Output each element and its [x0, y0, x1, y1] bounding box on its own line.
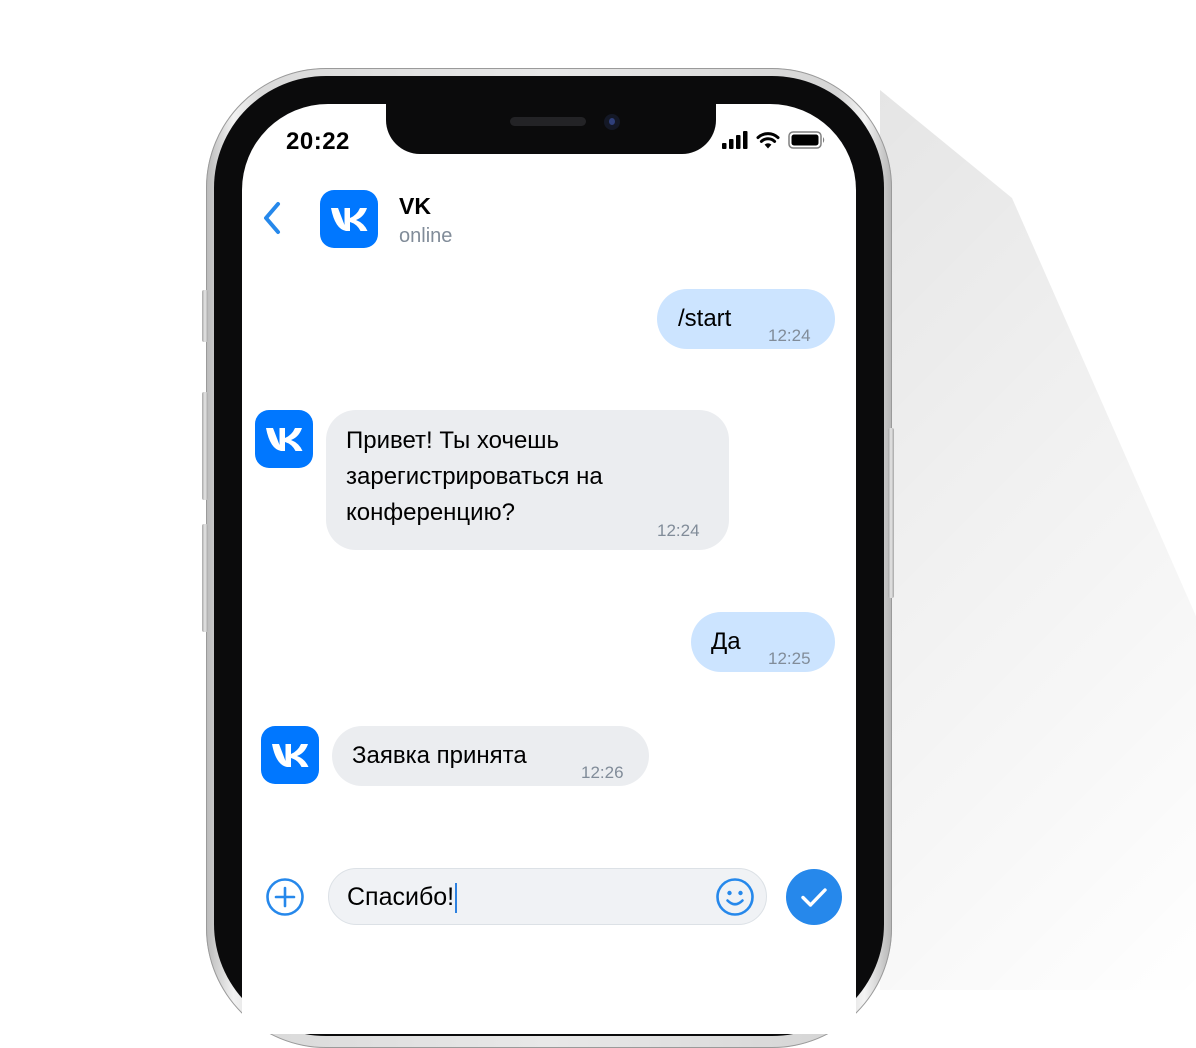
message-text: Заявка принята — [352, 742, 527, 769]
send-button[interactable] — [786, 869, 842, 925]
earpiece-speaker — [510, 117, 586, 126]
message-text: /start — [678, 305, 732, 332]
message-bubble-outgoing[interactable]: /start 12:24 — [657, 289, 835, 349]
message-bubble-incoming[interactable]: Заявка принята 12:26 — [332, 726, 649, 786]
sender-avatar[interactable] — [261, 726, 319, 784]
silent-switch — [202, 290, 208, 342]
smile-icon[interactable] — [715, 877, 755, 917]
message-time: 12:25 — [768, 649, 811, 668]
volume-down-button — [202, 524, 208, 632]
check-icon — [801, 888, 827, 907]
message-input-value: Спасибо! — [347, 883, 455, 911]
message-time: 12:24 — [657, 521, 700, 540]
text-caret — [455, 883, 458, 914]
message-line: зарегистрироваться на — [346, 463, 603, 490]
message-time: 12:26 — [581, 763, 624, 782]
message-composer: Спасибо! — [328, 868, 767, 925]
sender-avatar[interactable] — [255, 410, 313, 468]
message-bubble-incoming[interactable]: Привет! Ты хочешь зарегистрироваться на … — [326, 410, 729, 550]
volume-up-button — [202, 392, 208, 500]
message-input[interactable]: Спасибо! — [347, 879, 687, 915]
power-button — [888, 428, 894, 598]
battery-icon — [788, 131, 825, 149]
plus-circle-icon[interactable] — [265, 877, 305, 917]
chevron-left-icon[interactable] — [258, 198, 286, 238]
device-shadow — [880, 90, 1196, 990]
message-line: Привет! Ты хочешь — [346, 427, 560, 454]
status-icons — [722, 131, 826, 149]
wifi-icon — [756, 132, 780, 149]
vk-logo-icon — [266, 428, 303, 451]
chat-avatar[interactable] — [320, 190, 378, 248]
chat-title: VK — [399, 193, 431, 219]
message-bubble-outgoing[interactable]: Да 12:25 — [691, 612, 835, 672]
message-time: 12:24 — [768, 326, 811, 345]
vk-logo-icon — [331, 208, 368, 231]
front-camera — [604, 114, 620, 130]
message-line: конференцию? — [346, 499, 515, 526]
chat-online-status: online — [399, 225, 453, 247]
status-time: 20:22 — [286, 128, 350, 155]
message-text: Да — [711, 628, 741, 655]
notch — [386, 100, 716, 154]
vk-logo-icon — [272, 744, 309, 767]
cellular-signal-icon — [722, 131, 748, 149]
